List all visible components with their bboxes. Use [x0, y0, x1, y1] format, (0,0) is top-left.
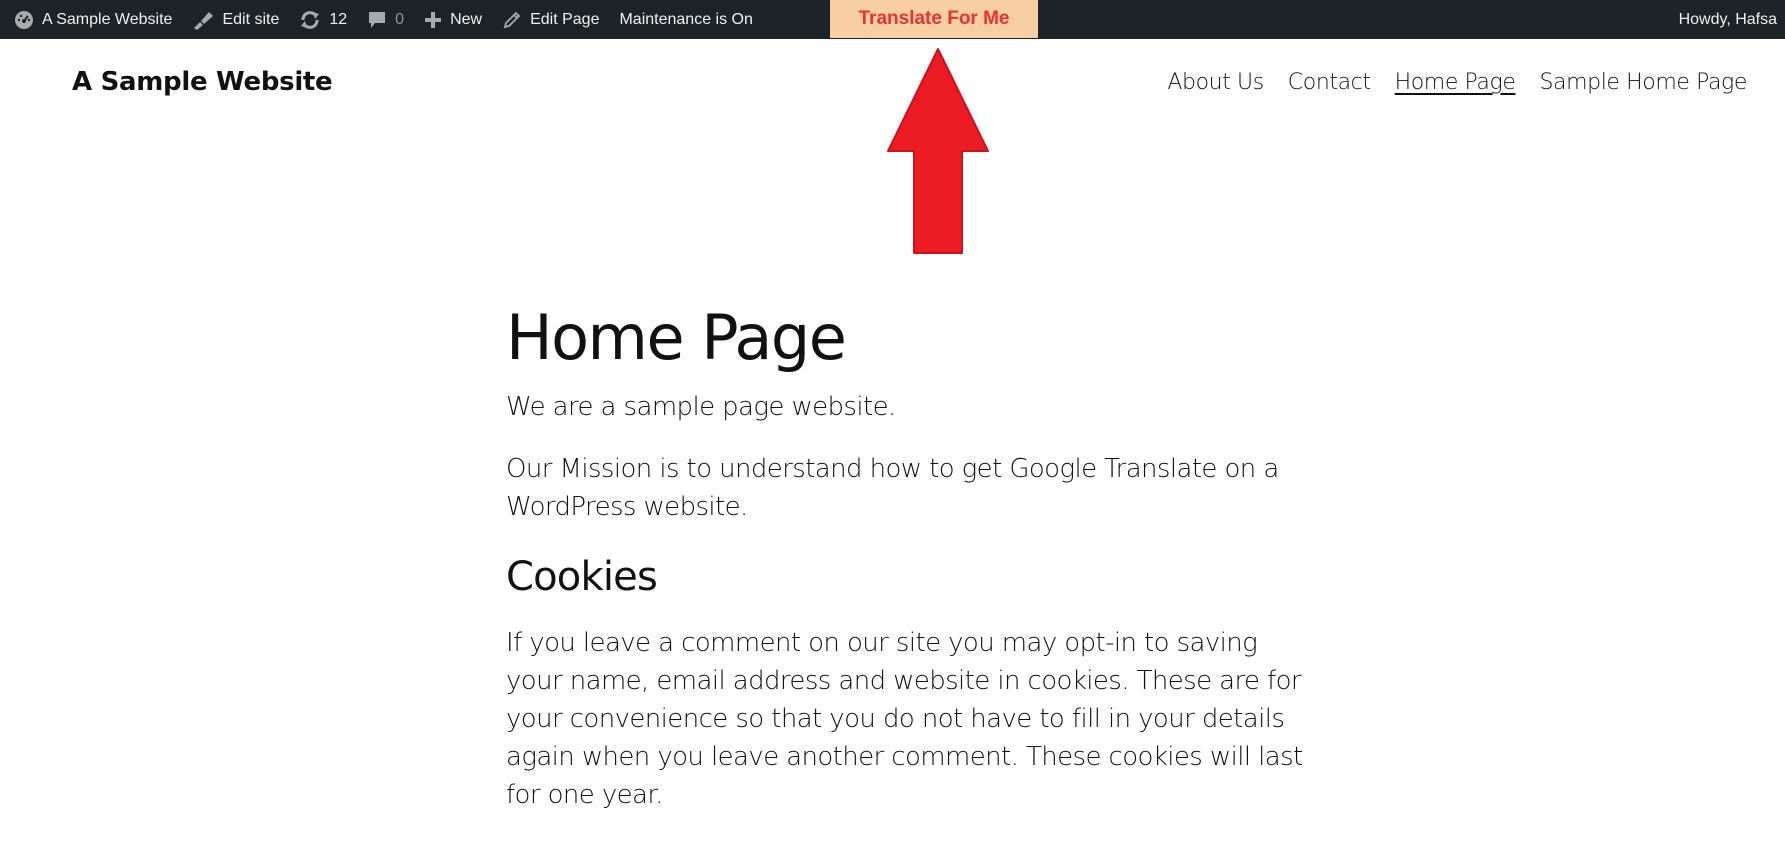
site-navigation: About Us Contact Home Page Sample Home P… — [1167, 70, 1747, 95]
nav-contact[interactable]: Contact — [1288, 70, 1371, 95]
intro-paragraph: We are a sample page website. — [506, 392, 896, 422]
edit-page-label: Edit Page — [530, 10, 600, 28]
edit-page-link[interactable]: Edit Page — [492, 0, 609, 39]
translate-for-me-button[interactable]: Translate For Me — [830, 0, 1038, 38]
red-up-arrow-icon — [887, 48, 989, 254]
nav-sample-home-page[interactable]: Sample Home Page — [1539, 70, 1747, 95]
comments-count: 0 — [395, 10, 405, 28]
admin-bar: A Sample Website Edit site 12 0 New Edit… — [0, 0, 1785, 39]
page-content: Home Page We are a sample page website. … — [506, 300, 1306, 814]
page-title: Home Page — [506, 301, 847, 374]
dashboard-icon — [15, 10, 33, 29]
plus-icon — [425, 11, 442, 28]
howdy-user-menu[interactable]: Howdy, Hafsa — [1679, 0, 1781, 39]
site-title[interactable]: A Sample Website — [72, 67, 333, 97]
edit-site-link[interactable]: Edit site — [182, 0, 289, 39]
nav-home-page[interactable]: Home Page — [1395, 70, 1516, 95]
cookies-heading: Cookies — [506, 554, 658, 600]
updates-link[interactable]: 12 — [289, 0, 357, 39]
pencil-icon — [503, 11, 521, 28]
new-label: New — [450, 10, 483, 28]
refresh-icon — [301, 10, 320, 29]
mission-paragraph: Our Mission is to understand how to get … — [506, 454, 1279, 522]
new-content-link[interactable]: New — [414, 0, 492, 39]
cookies-paragraph: If you leave a comment on our site you m… — [506, 628, 1303, 810]
edit-site-label: Edit site — [222, 10, 280, 28]
nav-about-us[interactable]: About Us — [1167, 70, 1264, 95]
maintenance-status[interactable]: Maintenance is On — [609, 0, 762, 39]
updates-count: 12 — [329, 10, 348, 28]
comment-bubble-icon — [369, 11, 386, 28]
maintenance-label: Maintenance is On — [619, 10, 753, 28]
admin-site-name: A Sample Website — [42, 10, 173, 28]
brush-icon — [194, 11, 214, 30]
comments-link[interactable]: 0 — [357, 0, 414, 39]
admin-site-link[interactable]: A Sample Website — [0, 0, 182, 39]
